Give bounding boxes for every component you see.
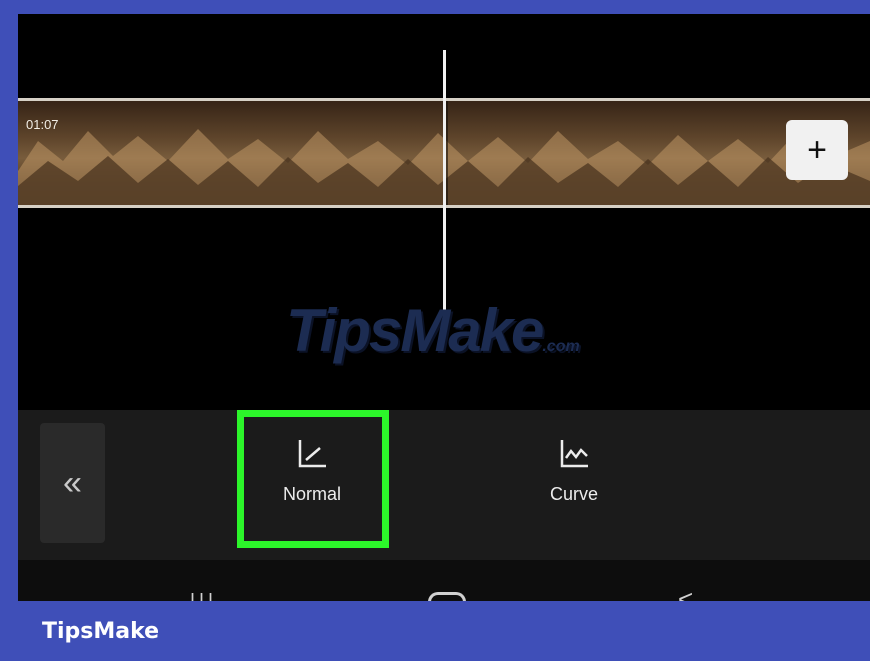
speed-option-normal[interactable]: Normal [252, 436, 372, 505]
curve-speed-icon [560, 440, 588, 468]
watermark-logo: TipsMake.com [286, 296, 580, 365]
add-clip-button[interactable]: + [786, 120, 848, 180]
recent-apps-button[interactable]: III [190, 590, 217, 601]
brand-label: TipsMake [42, 619, 160, 644]
back-button[interactable]: < [678, 584, 693, 601]
brand-footer: TipsMake [0, 601, 870, 661]
speed-toolbar: « Normal Curve [18, 410, 870, 560]
frame-border-left [0, 0, 18, 661]
plus-icon: + [807, 130, 827, 169]
frame-border-top [0, 0, 870, 14]
normal-speed-icon [298, 440, 326, 468]
double-chevron-left-icon: « [63, 463, 82, 502]
speed-option-label: Curve [549, 484, 598, 504]
app-screen: 01:07 + TipsMake.com « Normal Curve III … [18, 14, 870, 601]
collapse-panel-button[interactable]: « [40, 423, 105, 543]
clip-timecode: 01:07 [26, 117, 59, 132]
watermark-suffix: .com [542, 338, 580, 355]
watermark-text: TipsMake [286, 297, 544, 364]
speed-option-label: Normal [282, 484, 341, 504]
home-icon[interactable] [428, 592, 466, 601]
clip-divider [446, 101, 448, 205]
speed-option-curve[interactable]: Curve [514, 436, 634, 505]
system-nav-bar: III < [18, 560, 870, 601]
